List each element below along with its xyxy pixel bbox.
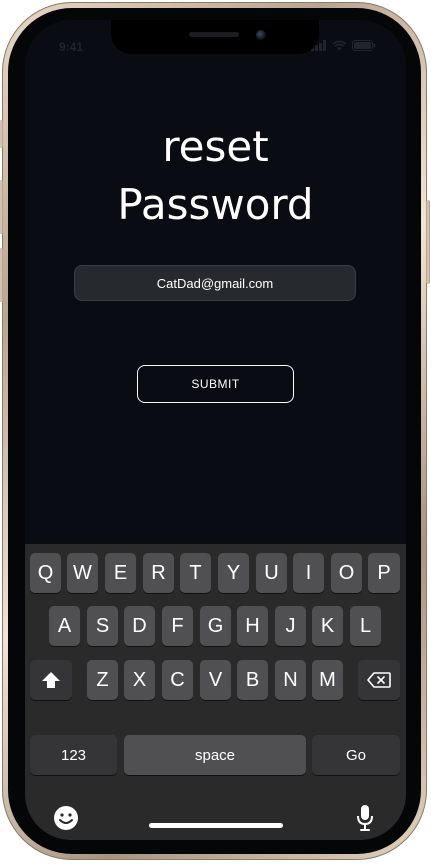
go-key[interactable]: Go: [312, 735, 400, 775]
delete-key[interactable]: [358, 660, 400, 700]
key-f[interactable]: F: [162, 606, 193, 646]
key-j[interactable]: J: [275, 606, 306, 646]
key-r[interactable]: R: [143, 553, 174, 593]
key-g[interactable]: G: [200, 606, 231, 646]
page-title-line-1: reset: [162, 122, 269, 171]
key-e[interactable]: E: [105, 553, 136, 593]
email-field[interactable]: [74, 265, 356, 301]
page-title-line-2: Password: [117, 180, 314, 229]
key-c[interactable]: C: [162, 660, 193, 700]
key-b[interactable]: B: [237, 660, 268, 700]
shift-icon: [42, 672, 60, 688]
key-y[interactable]: Y: [218, 553, 249, 593]
key-p[interactable]: P: [368, 553, 400, 593]
delete-icon: [367, 672, 391, 688]
submit-button[interactable]: SUBMIT: [137, 365, 294, 403]
key-z[interactable]: Z: [87, 660, 118, 700]
keyboard: Q W E R T Y U I O P A S D F G H J K L Z …: [25, 544, 406, 840]
key-w[interactable]: W: [67, 553, 98, 593]
microphone-icon[interactable]: [355, 804, 375, 832]
key-n[interactable]: N: [275, 660, 306, 700]
notch: [111, 20, 319, 54]
key-q[interactable]: Q: [30, 553, 61, 593]
key-v[interactable]: V: [200, 660, 231, 700]
power-button: [426, 200, 430, 284]
emoji-icon[interactable]: [52, 804, 80, 832]
space-key[interactable]: space: [124, 735, 306, 775]
silent-switch: [0, 120, 3, 148]
key-i[interactable]: I: [293, 553, 324, 593]
numbers-key[interactable]: 123: [30, 735, 117, 775]
volume-down-button: [0, 248, 3, 302]
key-m[interactable]: M: [312, 660, 343, 700]
key-t[interactable]: T: [180, 553, 211, 593]
front-camera: [256, 30, 266, 40]
key-o[interactable]: O: [331, 553, 362, 593]
key-u[interactable]: U: [256, 553, 287, 593]
key-k[interactable]: K: [312, 606, 343, 646]
key-s[interactable]: S: [87, 606, 118, 646]
home-indicator[interactable]: [149, 823, 283, 828]
status-time: 9:41: [59, 40, 84, 54]
speaker-grille: [189, 32, 239, 37]
battery-icon: [352, 40, 376, 51]
shift-key[interactable]: [30, 660, 72, 700]
wifi-icon: [332, 40, 347, 51]
key-a[interactable]: A: [49, 606, 80, 646]
phone-screen: 9:41 reset Password SUBMIT: [25, 20, 406, 840]
key-x[interactable]: X: [124, 660, 155, 700]
status-icons: [311, 40, 376, 51]
key-h[interactable]: H: [237, 606, 268, 646]
key-l[interactable]: L: [350, 606, 381, 646]
key-d[interactable]: D: [124, 606, 155, 646]
volume-up-button: [0, 180, 3, 234]
